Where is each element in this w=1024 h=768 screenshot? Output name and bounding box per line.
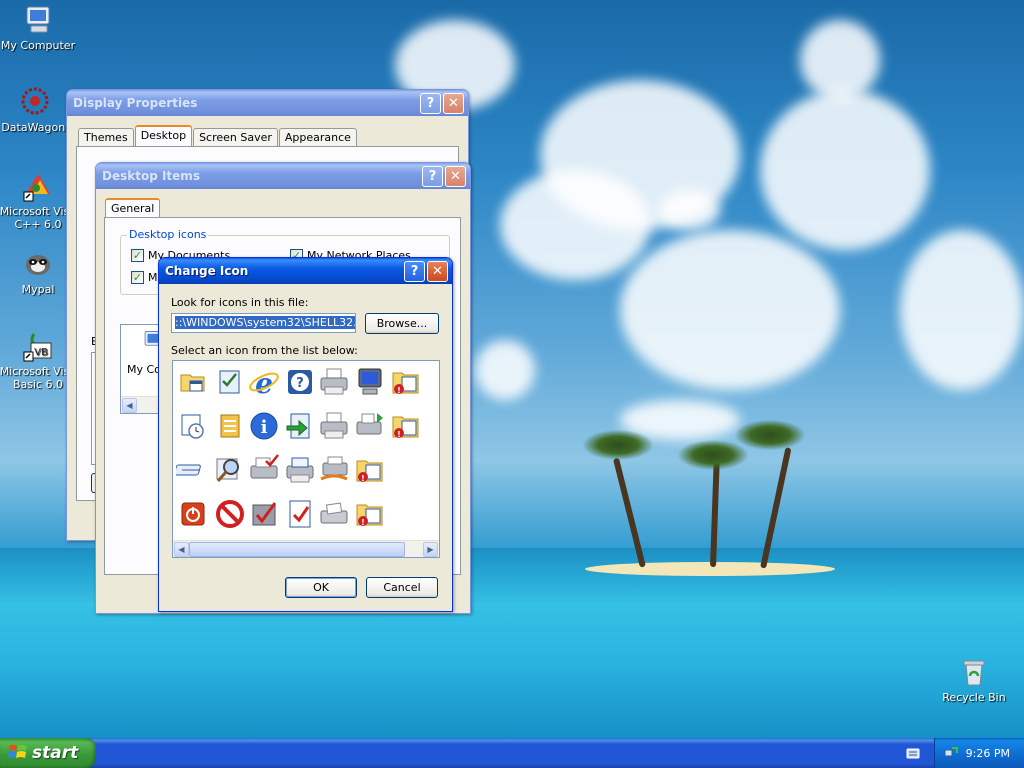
tab-themes[interactable]: Themes <box>78 128 134 146</box>
printer-icon[interactable] <box>317 365 351 399</box>
svg-text:?: ? <box>296 376 304 391</box>
keyboard-icon[interactable] <box>174 453 210 487</box>
fax-icon[interactable] <box>317 497 351 531</box>
svg-text:!: ! <box>397 386 401 395</box>
computer-monitor-icon[interactable] <box>353 365 387 399</box>
svg-text:e: e <box>255 367 273 399</box>
browse-button[interactable]: Browse... <box>365 313 439 334</box>
window-title: Desktop Items <box>102 169 200 183</box>
icon-file-value: ::\WINDOWS\system32\SHELL32.dll <box>175 316 355 329</box>
svg-text:VB: VB <box>34 347 48 358</box>
ok-button[interactable]: OK <box>285 577 357 598</box>
help-button[interactable]: ? <box>420 92 441 114</box>
mypal-icon <box>22 248 54 280</box>
internet-explorer-icon[interactable]: e <box>247 365 281 400</box>
window-title: Change Icon <box>165 264 249 278</box>
stack-icon[interactable] <box>213 409 247 443</box>
clock-icon[interactable] <box>176 409 210 443</box>
scroll-left-button[interactable]: ◀ <box>174 542 189 557</box>
taskbar: start 9:26 PM <box>0 738 1024 768</box>
network-icon[interactable] <box>944 745 958 762</box>
scroll-left-button[interactable]: ◀ <box>122 398 137 413</box>
close-button[interactable]: ✕ <box>427 260 448 282</box>
printer-icon[interactable] <box>317 409 351 443</box>
icon-list-label: Select an icon from the list below: <box>171 344 358 357</box>
info-icon[interactable]: i <box>247 409 281 443</box>
help-button[interactable]: ? <box>422 165 443 187</box>
printer-share-icon[interactable] <box>317 453 351 487</box>
visual-basic-icon: VB <box>22 330 54 362</box>
desktop-icon-my-computer[interactable]: My Computer <box>0 4 78 52</box>
close-button[interactable]: ✕ <box>445 165 466 187</box>
desktop-icon-label: My Computer <box>0 39 76 52</box>
scroll-right-button[interactable]: ▶ <box>423 542 438 557</box>
icon-list[interactable]: e ? ! i ! ! ! ◀ ▶ <box>172 360 440 558</box>
horizontal-scrollbar[interactable]: ◀ ▶ <box>173 540 439 557</box>
help-button[interactable]: ? <box>404 260 425 282</box>
clock[interactable]: 9:26 PM <box>966 747 1010 760</box>
tab-appearance[interactable]: Appearance <box>278 128 357 146</box>
tab-general[interactable]: General <box>105 198 161 219</box>
check-disk-icon[interactable] <box>247 497 281 531</box>
desktop-icon-recycle-bin[interactable]: Recycle Bin <box>934 656 1014 704</box>
visual-cpp-icon <box>22 170 54 202</box>
datawagon-icon <box>19 86 51 118</box>
group-label: Desktop icons <box>127 228 209 241</box>
title-bar[interactable]: Change Icon ? ✕ <box>159 258 452 284</box>
checkbox-box[interactable]: ✓ <box>131 271 144 284</box>
start-button[interactable]: start <box>0 738 96 768</box>
move-to-folder-icon[interactable] <box>283 409 317 443</box>
printer-arrow-icon[interactable] <box>353 409 387 443</box>
system-tray: 9:26 PM <box>934 738 1024 768</box>
prohibited-icon[interactable] <box>213 497 247 531</box>
title-bar[interactable]: Display Properties ? ✕ <box>67 90 468 116</box>
checklist-icon[interactable] <box>213 365 247 399</box>
title-bar[interactable]: Desktop Items ? ✕ <box>96 163 470 189</box>
power-icon[interactable] <box>176 497 210 531</box>
close-button[interactable]: ✕ <box>443 92 464 114</box>
scroll-thumb[interactable] <box>189 542 405 557</box>
file-label: Look for icons in this file: <box>171 296 309 309</box>
desktop-icon-label: DataWagon. <box>1 121 69 134</box>
tab-desktop[interactable]: Desktop <box>134 125 193 146</box>
folder-error-icon[interactable]: ! <box>389 365 423 399</box>
desktop-icon-label: Recycle Bin <box>942 691 1006 704</box>
help-icon[interactable]: ? <box>283 365 317 399</box>
svg-text:!: ! <box>361 474 365 483</box>
calendar-folder-icon[interactable] <box>176 365 210 399</box>
svg-text:!: ! <box>397 430 401 439</box>
printer-icon[interactable] <box>283 453 317 487</box>
recycle-bin-icon <box>958 656 990 688</box>
computer-icon <box>22 4 54 36</box>
keyboard-language-icon[interactable] <box>906 746 920 763</box>
windows-logo-icon <box>8 743 28 764</box>
change-icon-dialog: Change Icon ? ✕ Look for icons in this f… <box>158 257 453 612</box>
window-title: Display Properties <box>73 96 198 110</box>
search-icon[interactable] <box>213 453 247 487</box>
checkbox-box[interactable]: ✓ <box>131 249 144 262</box>
folder-error-icon[interactable]: ! <box>353 497 387 531</box>
folder-error-icon[interactable]: ! <box>353 453 387 487</box>
desktop-icon-datawagon[interactable]: DataWagon. <box>0 86 75 134</box>
svg-text:!: ! <box>361 518 365 527</box>
icon-file-field[interactable]: ::\WINDOWS\system32\SHELL32.dll <box>171 313 356 333</box>
folder-error-icon[interactable]: ! <box>389 409 423 443</box>
svg-text:i: i <box>261 417 268 438</box>
document-check-icon[interactable] <box>283 497 317 531</box>
tab-screen-saver[interactable]: Screen Saver <box>193 128 278 146</box>
start-label: start <box>32 743 79 763</box>
cancel-button[interactable]: Cancel <box>366 577 438 598</box>
preview-label: My Co <box>127 363 161 376</box>
printer-check-icon[interactable] <box>247 453 281 487</box>
